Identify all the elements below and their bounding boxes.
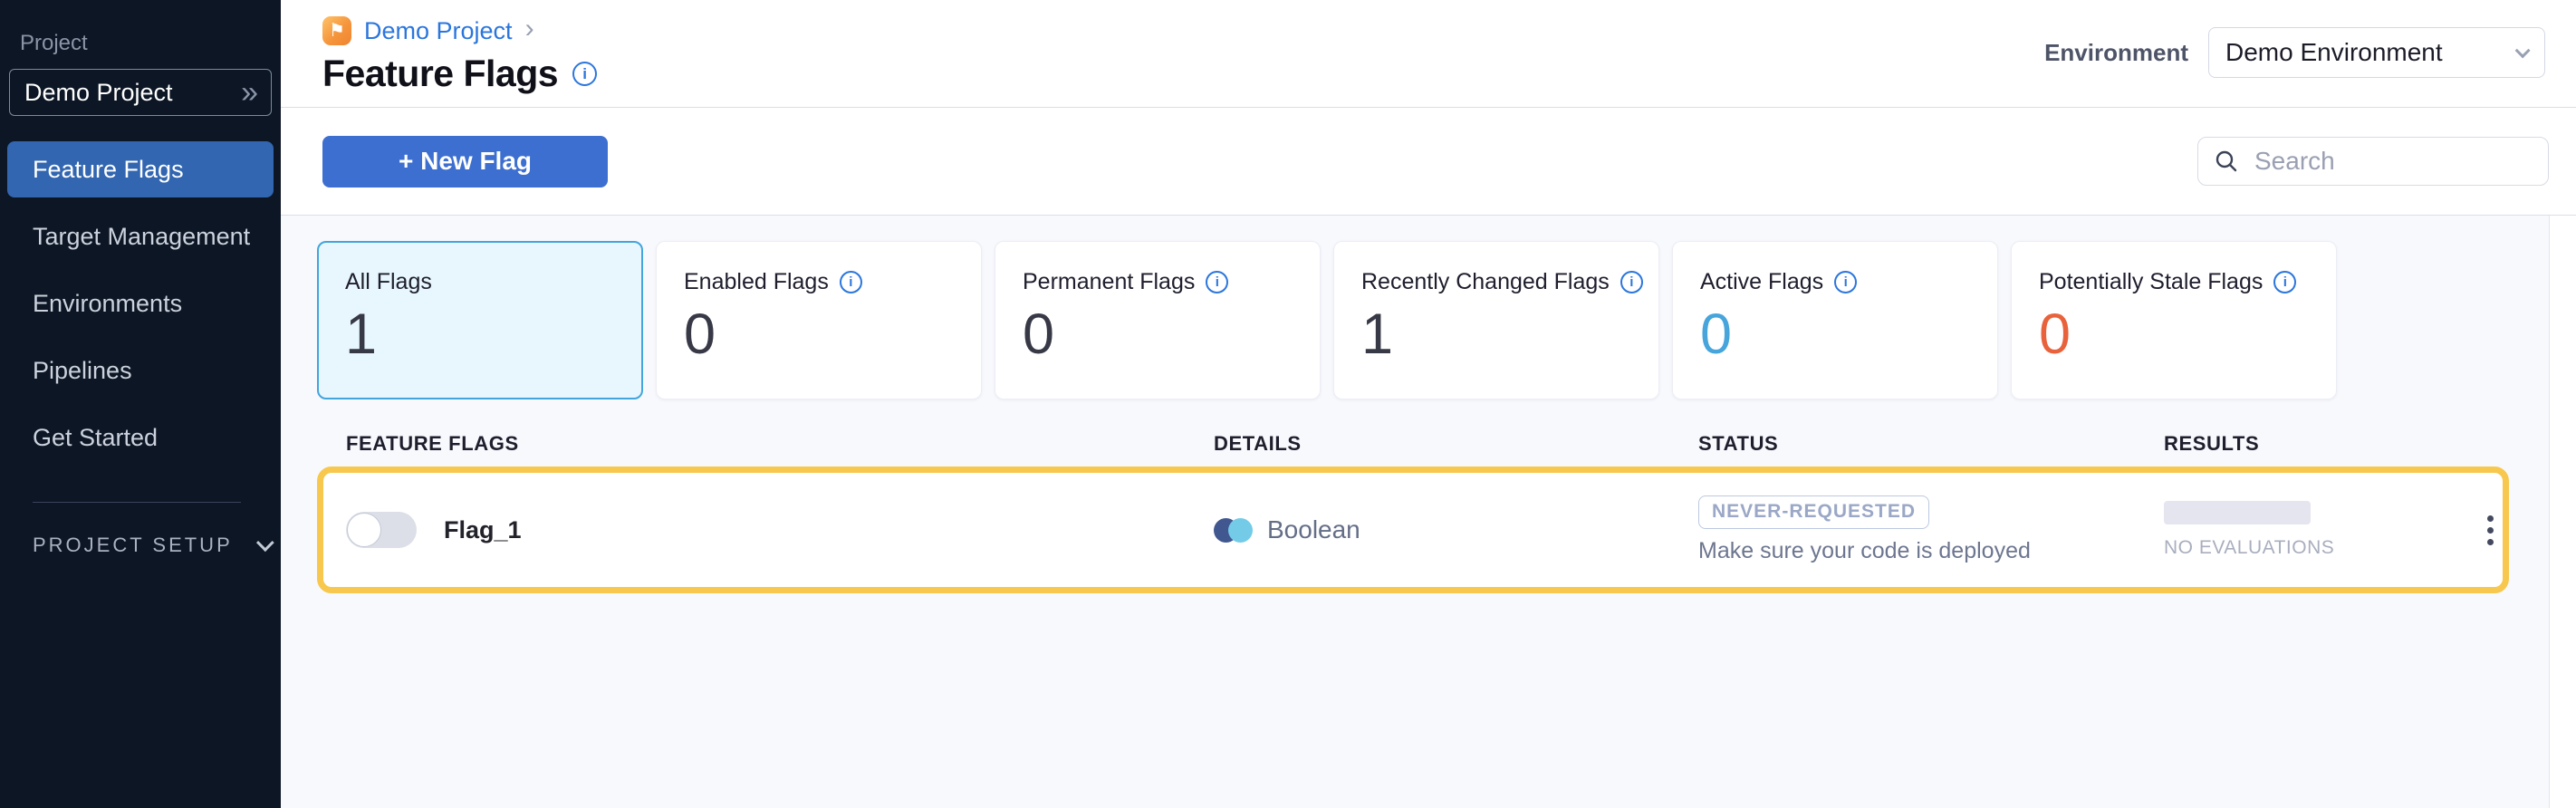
chevron-down-icon [2515, 43, 2531, 58]
stat-card-value: 0 [1700, 306, 1997, 363]
boolean-type-icon [1214, 518, 1253, 543]
stat-cards: All Flags 1 Enabled Flags 0 Permanent Fl… [317, 241, 2576, 399]
flag-type-label: Boolean [1267, 515, 1360, 544]
stat-card-value: 1 [345, 306, 641, 363]
column-header-results: RESULTS [2164, 432, 2477, 456]
project-setup-label: PROJECT SETUP [33, 534, 233, 557]
sidebar-divider [33, 502, 241, 503]
status-badge: NEVER-REQUESTED [1698, 495, 1929, 529]
sidebar-item-pipelines[interactable]: Pipelines [7, 342, 274, 399]
column-header-feature-flags: FEATURE FLAGS [346, 432, 1214, 456]
sidebar-item-feature-flags[interactable]: Feature Flags [7, 141, 274, 197]
stat-card-all-flags[interactable]: All Flags 1 [317, 241, 643, 399]
chevron-down-icon [256, 534, 274, 552]
column-header-details: DETAILS [1214, 432, 1698, 456]
content-area: All Flags 1 Enabled Flags 0 Permanent Fl… [281, 216, 2576, 808]
flags-table-header: FEATURE FLAGS DETAILS STATUS RESULTS [317, 421, 2509, 467]
sidebar-item-label: Pipelines [33, 357, 132, 385]
project-selector[interactable]: Demo Project [9, 69, 272, 116]
environment-select[interactable]: Demo Environment [2208, 27, 2545, 78]
project-label: Project [20, 31, 281, 56]
table-row-flag-1[interactable]: Flag_1 Boolean NEVER-REQUESTED Make sure… [317, 467, 2509, 593]
row-options-kebab-icon[interactable] [2480, 508, 2501, 553]
sidebar-item-label: Environments [33, 290, 182, 318]
stat-card-value: 1 [1361, 306, 1658, 363]
results-cell: NO EVALUATIONS [2164, 501, 2477, 559]
app-root: Project Demo Project Feature Flags Targe… [0, 0, 2576, 808]
info-icon[interactable] [1834, 271, 1857, 293]
title-row: Feature Flags [322, 53, 597, 95]
sidebar-item-label: Get Started [33, 424, 158, 452]
environment-label: Environment [2044, 39, 2188, 67]
results-text: NO EVALUATIONS [2164, 537, 2334, 559]
search-box[interactable] [2197, 137, 2549, 186]
sidebar-item-get-started[interactable]: Get Started [7, 409, 274, 466]
environment-select-value: Demo Environment [2225, 38, 2443, 67]
breadcrumb: Demo Project › [322, 14, 597, 47]
project-selector-value: Demo Project [24, 79, 173, 107]
info-icon[interactable] [1620, 271, 1643, 293]
breadcrumb-project-link[interactable]: Demo Project [364, 17, 513, 45]
flag-cell: Flag_1 [346, 512, 1214, 548]
stat-card-label: All Flags [345, 269, 432, 295]
sidebar-item-environments[interactable]: Environments [7, 275, 274, 332]
flag-name[interactable]: Flag_1 [444, 516, 522, 544]
menu-cell [2477, 508, 2503, 553]
sidebar-nav: Feature Flags Target Management Environm… [0, 141, 281, 476]
expand-sidebar-icon[interactable] [241, 77, 258, 109]
info-icon[interactable] [2273, 271, 2296, 293]
toolbar: + New Flag [281, 108, 2576, 216]
feature-flags-module-icon [322, 16, 351, 45]
info-icon[interactable] [1206, 271, 1228, 293]
stat-card-label: Active Flags [1700, 269, 1823, 295]
environment-picker: Environment Demo Environment [2044, 27, 2545, 78]
page-header: Demo Project › Feature Flags Environment… [281, 0, 2576, 108]
flag-toggle[interactable] [346, 512, 417, 548]
status-text: Make sure your code is deployed [1698, 538, 2031, 564]
stat-card-label: Recently Changed Flags [1361, 269, 1610, 295]
stat-card-value: 0 [684, 306, 981, 363]
column-header-status: STATUS [1698, 432, 2164, 456]
stat-card-active-flags[interactable]: Active Flags 0 [1672, 241, 1998, 399]
info-icon[interactable] [840, 271, 862, 293]
search-input[interactable] [2253, 146, 2533, 177]
sidebar-item-target-management[interactable]: Target Management [7, 208, 274, 265]
page-title: Feature Flags [322, 53, 558, 95]
sidebar: Project Demo Project Feature Flags Targe… [0, 0, 281, 808]
stat-card-label: Enabled Flags [684, 269, 829, 295]
info-icon[interactable] [572, 62, 597, 86]
details-cell: Boolean [1214, 515, 1698, 544]
stat-card-recently-changed-flags[interactable]: Recently Changed Flags 1 [1333, 241, 1659, 399]
stat-card-enabled-flags[interactable]: Enabled Flags 0 [656, 241, 982, 399]
flag-toggle-knob [347, 513, 381, 547]
search-icon [2213, 148, 2240, 175]
stat-card-value: 0 [2039, 306, 2336, 363]
results-placeholder-bar [2164, 501, 2311, 524]
main-area: Demo Project › Feature Flags Environment… [281, 0, 2576, 808]
status-cell: NEVER-REQUESTED Make sure your code is d… [1698, 495, 2164, 564]
stat-card-value: 0 [1023, 306, 1320, 363]
breadcrumb-separator-icon: › [525, 15, 534, 43]
project-setup-section-toggle[interactable]: PROJECT SETUP [33, 534, 281, 557]
stat-card-label: Potentially Stale Flags [2039, 269, 2263, 295]
scrollbar-gutter[interactable] [2549, 216, 2576, 808]
stat-card-potentially-stale-flags[interactable]: Potentially Stale Flags 0 [2011, 241, 2337, 399]
sidebar-item-label: Target Management [33, 223, 250, 251]
stat-card-permanent-flags[interactable]: Permanent Flags 0 [995, 241, 1321, 399]
stat-card-label: Permanent Flags [1023, 269, 1195, 295]
header-left: Demo Project › Feature Flags [322, 0, 597, 107]
new-flag-button[interactable]: + New Flag [322, 136, 608, 188]
sidebar-item-label: Feature Flags [33, 156, 184, 184]
